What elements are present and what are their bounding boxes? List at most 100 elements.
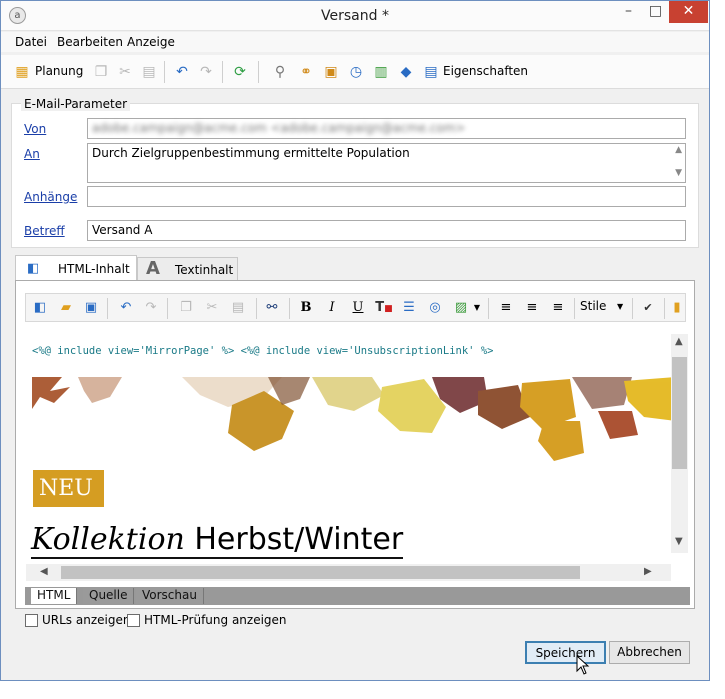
editor-separator	[107, 298, 108, 319]
headline-rest: Herbst/Winter	[194, 522, 404, 557]
scroll-down-icon[interactable]: ▼	[675, 168, 682, 178]
align-right-icon[interactable]: ≡	[549, 299, 567, 317]
horizontal-scrollbar[interactable]: ◀ ▶	[26, 564, 671, 581]
include-code-line: <%@ include view='MirrorPage' %> <%@ inc…	[32, 345, 494, 357]
menu-datei[interactable]: Datei	[15, 35, 47, 49]
von-field[interactable]: adobe.campaign@acme.com <adobe.campaign@…	[87, 118, 686, 139]
collection-headline: Kollektion Herbst/Winter	[31, 522, 404, 559]
scroll-up-icon[interactable]: ▲	[675, 336, 683, 347]
vertical-scroll-thumb[interactable]	[672, 357, 687, 469]
html-content-icon: ◧	[27, 261, 40, 276]
align-left-icon[interactable]: ≡	[497, 299, 515, 317]
bold-button[interactable]: B	[297, 299, 315, 317]
personalization-icon[interactable]: ◆	[398, 64, 414, 80]
paste-icon[interactable]: ▤	[229, 299, 247, 317]
redo-icon[interactable]: ↷	[142, 299, 160, 317]
calculator-icon[interactable]: ▥	[373, 64, 389, 80]
menu-anzeige[interactable]: Anzeige	[127, 35, 175, 49]
urls-checkbox[interactable]	[25, 614, 38, 627]
maximize-button[interactable]: □	[642, 1, 669, 23]
close-button[interactable]: ✕	[669, 1, 708, 23]
refresh-icon[interactable]: ⟳	[232, 64, 248, 80]
cut-icon[interactable]: ✂	[203, 299, 221, 317]
cut-icon[interactable]: ✂	[117, 64, 133, 80]
tab-html-inhalt[interactable]: ◧ HTML-Inhalt	[15, 255, 137, 282]
tab-html-label: HTML-Inhalt	[58, 262, 130, 276]
find-icon[interactable]: ⚯	[263, 299, 281, 317]
betreff-link[interactable]: Betreff	[24, 224, 65, 238]
horizontal-scroll-thumb[interactable]	[61, 566, 580, 579]
anhaenge-link[interactable]: Anhänge	[24, 190, 77, 204]
betreff-field[interactable]: Versand A	[87, 220, 686, 241]
editor-separator	[632, 298, 633, 319]
view-mode-tabs: HTML Quelle Vorschau	[25, 587, 690, 605]
cancel-button[interactable]: Abbrechen	[609, 641, 690, 664]
editor-toolbar: ◧ ▰ ▣ ↶ ↷ ❐ ✂ ▤ ⚯ B I U T■ ☰ ◎ ▨ ▼ ≡ ≡ ≡…	[25, 293, 686, 322]
scroll-right-icon[interactable]: ▶	[644, 566, 652, 577]
scroll-down-icon[interactable]: ▼	[675, 536, 683, 547]
save-icon[interactable]: ▣	[82, 299, 100, 317]
an-value: Durch Zielgruppenbestimmung ermittelte P…	[92, 146, 410, 160]
tab-html[interactable]: HTML	[31, 588, 78, 604]
align-center-icon[interactable]: ≡	[523, 299, 541, 317]
italic-button[interactable]: I	[323, 299, 341, 317]
underline-button[interactable]: U	[349, 299, 367, 317]
urls-label: URLs anzeigen	[42, 613, 131, 627]
tab-vorschau[interactable]: Vorschau	[136, 588, 204, 604]
redo-icon[interactable]: ↷	[198, 64, 214, 80]
planung-button[interactable]: Planung	[35, 64, 83, 78]
tab-text-label: Textinhalt	[175, 263, 234, 277]
anhaenge-field[interactable]	[87, 186, 686, 207]
insert-link-icon[interactable]: ◎	[426, 299, 444, 317]
an-link[interactable]: An	[24, 147, 40, 161]
spellcheck-icon[interactable]: ✔	[639, 299, 657, 317]
editor-separator	[664, 298, 665, 319]
dialog-window: a Versand * – □ ✕ Datei Bearbeiten Anzei…	[0, 0, 710, 681]
minimize-button[interactable]: –	[615, 1, 642, 23]
menu-bar: Datei Bearbeiten Anzeige	[1, 32, 709, 52]
main-toolbar: ▦ Planung ❐ ✂ ▤ ↶ ↷ ⟳ ⚲ ⚭ ▣ ◷ ▥ ◆ ▤ Eige…	[1, 55, 709, 89]
paste-icon[interactable]: ▤	[141, 64, 157, 80]
editor-separator	[574, 298, 575, 319]
open-folder-icon[interactable]: ▰	[57, 299, 75, 317]
undo-icon[interactable]: ↶	[174, 64, 190, 80]
an-field[interactable]: Durch Zielgruppenbestimmung ermittelte P…	[87, 143, 686, 183]
save-button[interactable]: Speichern	[525, 641, 606, 664]
html-check-checkbox[interactable]	[127, 614, 140, 627]
link-icon[interactable]: ⚭	[298, 64, 314, 80]
scroll-left-icon[interactable]: ◀	[40, 566, 48, 577]
title-bar[interactable]: a Versand * – □ ✕	[1, 1, 709, 31]
html-content-view[interactable]: <%@ include view='MirrorPage' %> <%@ inc…	[26, 324, 671, 563]
styles-dropdown[interactable]: Stile	[580, 299, 606, 313]
toolbar-separator	[258, 61, 259, 83]
eigenschaften-button[interactable]: Eigenschaften	[443, 64, 528, 78]
editor-separator	[289, 298, 290, 319]
vertical-scrollbar[interactable]: ▲ ▼	[671, 334, 688, 553]
von-link[interactable]: Von	[24, 122, 46, 136]
copy-icon[interactable]: ❐	[177, 299, 195, 317]
editor-separator	[488, 298, 489, 319]
chevron-down-icon[interactable]: ▼	[617, 302, 623, 311]
text-color-icon[interactable]: T■	[375, 299, 393, 317]
undo-icon[interactable]: ↶	[117, 299, 135, 317]
autumn-leaves-banner	[32, 377, 671, 465]
properties-icon[interactable]: ▤	[423, 64, 439, 80]
email-params-legend: E-Mail-Parameter	[21, 97, 131, 111]
new-document-icon[interactable]: ◧	[31, 299, 49, 317]
insert-image-icon[interactable]: ▨	[452, 299, 470, 317]
gift-icon[interactable]: ▣	[323, 64, 339, 80]
chevron-down-icon[interactable]: ▼	[472, 299, 482, 317]
scroll-up-icon[interactable]: ▲	[675, 145, 682, 155]
editor-separator	[167, 298, 168, 319]
toolbar-separator	[222, 61, 223, 83]
von-value: adobe.campaign@acme.com <adobe.campaign@…	[92, 121, 466, 135]
more-tools-icon[interactable]: ▮	[668, 299, 686, 317]
tab-quelle[interactable]: Quelle	[83, 588, 135, 604]
tracking-icon[interactable]: ◷	[348, 64, 364, 80]
menu-bearbeiten[interactable]: Bearbeiten	[57, 35, 123, 49]
bullet-list-icon[interactable]: ☰	[400, 299, 418, 317]
html-check-label: HTML-Prüfung anzeigen	[144, 613, 287, 627]
copy-icon[interactable]: ❐	[93, 64, 109, 80]
calendar-icon[interactable]: ▦	[14, 64, 30, 80]
attachment-icon[interactable]: ⚲	[272, 64, 288, 80]
